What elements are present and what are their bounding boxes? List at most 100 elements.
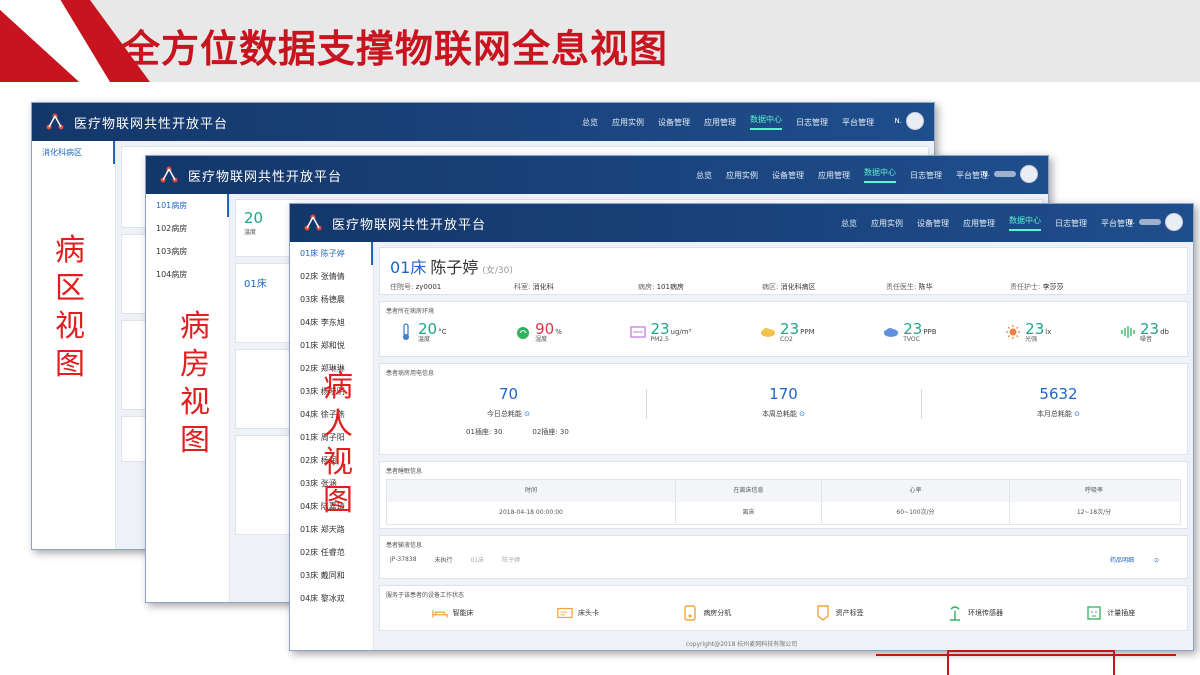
sidebar-item-patient[interactable]: 02床 任睿范 [290,541,373,564]
menu-platform-mgmt[interactable]: 平台管理 [842,117,874,128]
power-label: 本周总耗能 [761,410,797,418]
field-value: 李莎莎 [1042,283,1064,291]
power-card: 患者病房用电信息 70 今日总耗能 ⊙ 170 本周总耗能 ⊙ 5632 本月总… [379,363,1188,455]
patient-bed: 01床 [390,258,427,277]
avatar[interactable] [906,112,924,130]
power-card-header: 患者病房用电信息 [386,370,435,377]
menu-device-mgmt[interactable]: 设备管理 [917,218,949,229]
user-name-bar [1139,219,1161,225]
env-item-light: 23lx 光强 [1005,321,1051,343]
infusion-code: JP-37838 [390,556,417,563]
menu-device-mgmt[interactable]: 设备管理 [658,117,690,128]
device-item[interactable]: 智能床 [431,605,474,621]
ward-extension-icon [682,605,698,621]
menu-log-mgmt[interactable]: 日志管理 [796,117,828,128]
power-value: 70 [498,385,519,403]
drug-detail-link[interactable]: 药品明细 ⊙ [1110,555,1177,564]
menu-device-mgmt[interactable]: 设备管理 [772,170,804,181]
platform-brand: 医疗物联网共性开放平台 [332,217,487,233]
table-cell: 2018-04-18 00:00:00 [387,502,676,524]
user-menu[interactable]: N. [895,112,924,130]
env-label: PM2.5 [650,336,669,343]
power-label: 本月总耗能 [1036,410,1072,418]
field-label: 病区: [762,283,779,291]
device-item[interactable]: 病房分机 [682,605,731,621]
chevron-circle-icon[interactable]: ⊙ [799,410,805,418]
menu-overview[interactable]: 总览 [841,218,857,229]
menu-app-instances[interactable]: 应用实例 [726,170,758,181]
main-menu: 总览 应用实例 设备管理 应用管理 数据中心 日志管理 平台管理 [841,204,1133,242]
table-cell: 60~100次/分 [822,502,1010,524]
menu-data-center[interactable]: 数据中心 [750,114,782,130]
avatar[interactable] [1165,213,1183,231]
menu-log-mgmt[interactable]: 日志管理 [910,170,942,181]
field-value: zy0001 [415,283,442,291]
field-label: 病房: [638,283,655,291]
room-view-label: 病房视图 [175,308,215,460]
env-unit: % [555,328,562,336]
menu-app-mgmt[interactable]: 应用管理 [818,170,850,181]
column-header: 在离床信息 [676,480,822,502]
menu-data-center[interactable]: 数据中心 [864,167,896,183]
smart-bed-icon [431,605,448,621]
sidebar-item-room-104[interactable]: 104病房 [146,263,229,286]
device-item[interactable]: 床头卡 [557,605,599,621]
sidebar-item-patient[interactable]: 03床 戴同和 [290,564,373,587]
top-nav: 医疗物联网共性开放平台 总览 应用实例 设备管理 应用管理 数据中心 日志管理 … [290,204,1193,242]
sidebar-item-patient[interactable]: 03床 杨德晨 [290,288,373,311]
platform-logo-icon [44,111,66,133]
sidebar-item-patient[interactable]: 04床 黎冰双 [290,587,373,610]
column-header: 呼吸率 [1084,487,1103,494]
devices-card-header: 服务于该患者的设备工作状态 [386,592,465,599]
env-unit: °C [438,328,447,336]
menu-app-instances[interactable]: 应用实例 [612,117,644,128]
room-view-label-text: 病房视图 [180,309,210,458]
avatar[interactable] [1020,165,1038,183]
env-unit: lx [1045,328,1052,336]
sidebar-item-room-101[interactable]: 101病房 [146,194,229,217]
patient-field-room: 病房: 101病房 [638,282,762,292]
field-value: 消化科病区 [780,283,816,291]
power-value: 5632 [1039,385,1078,403]
sidebar-item-patient[interactable]: 01床 郑天路 [290,518,373,541]
env-unit: db [1160,328,1169,336]
device-label: 环境传感器 [967,609,1003,617]
user-menu[interactable]: N. [983,165,1038,183]
device-item[interactable]: 计量插座 [1086,605,1135,621]
patient-field-ward: 病区: 消化科病区 [762,282,886,292]
asset-tag-icon [815,605,831,621]
column-header: 时间 [387,480,676,502]
ward-view-label: 病区视图 [50,232,90,384]
menu-app-instances[interactable]: 应用实例 [871,218,903,229]
env-label: 温度 [418,336,431,343]
table-row: 2018-04-18 00:00:00 离床 60~100次/分 12~18次/… [387,502,1180,524]
field-value: 消化科 [532,283,554,291]
menu-log-mgmt[interactable]: 日志管理 [1055,218,1087,229]
chevron-circle-icon[interactable]: ⊙ [1074,410,1080,418]
user-initial: N. [982,170,990,178]
sidebar-item-room-103[interactable]: 103病房 [146,240,229,263]
sidebar-item-patient[interactable]: 04床 李东旭 [290,311,373,334]
infusion-status: 未执行 [434,557,453,564]
sidebar-item-patient[interactable]: 01床 郑和悦 [290,334,373,357]
device-item[interactable]: 环境传感器 [947,605,1003,621]
menu-overview[interactable]: 总览 [582,117,598,128]
menu-overview[interactable]: 总览 [696,170,712,181]
user-name-bar [994,171,1016,177]
menu-data-center[interactable]: 数据中心 [1009,215,1041,231]
env-item-co2: 23PPM CO2 [760,321,815,343]
menu-app-mgmt[interactable]: 应用管理 [963,218,995,229]
sidebar-item-patient[interactable]: 02床 张倩倩 [290,265,373,288]
env-item-noise: 23db 噪音 [1120,321,1169,343]
env-label: TVOC [903,336,920,343]
pm25-icon [630,324,647,340]
menu-app-mgmt[interactable]: 应用管理 [704,117,736,128]
sidebar-item-patient[interactable]: 01床 陈子婷 [290,242,373,265]
sidebar-item-room-102[interactable]: 102病房 [146,217,229,240]
chevron-circle-icon[interactable]: ⊙ [524,410,530,418]
sleep-table: 时间 在离床信息 心率 呼吸率 2018-04-18 00:00:00 离床 6… [386,479,1181,525]
sidebar-item-ward[interactable]: 消化科病区 [32,141,115,164]
device-item[interactable]: 资产标签 [815,605,864,621]
platform-brand: 医疗物联网共性开放平台 [74,116,229,132]
user-menu[interactable]: N. [1128,213,1183,231]
